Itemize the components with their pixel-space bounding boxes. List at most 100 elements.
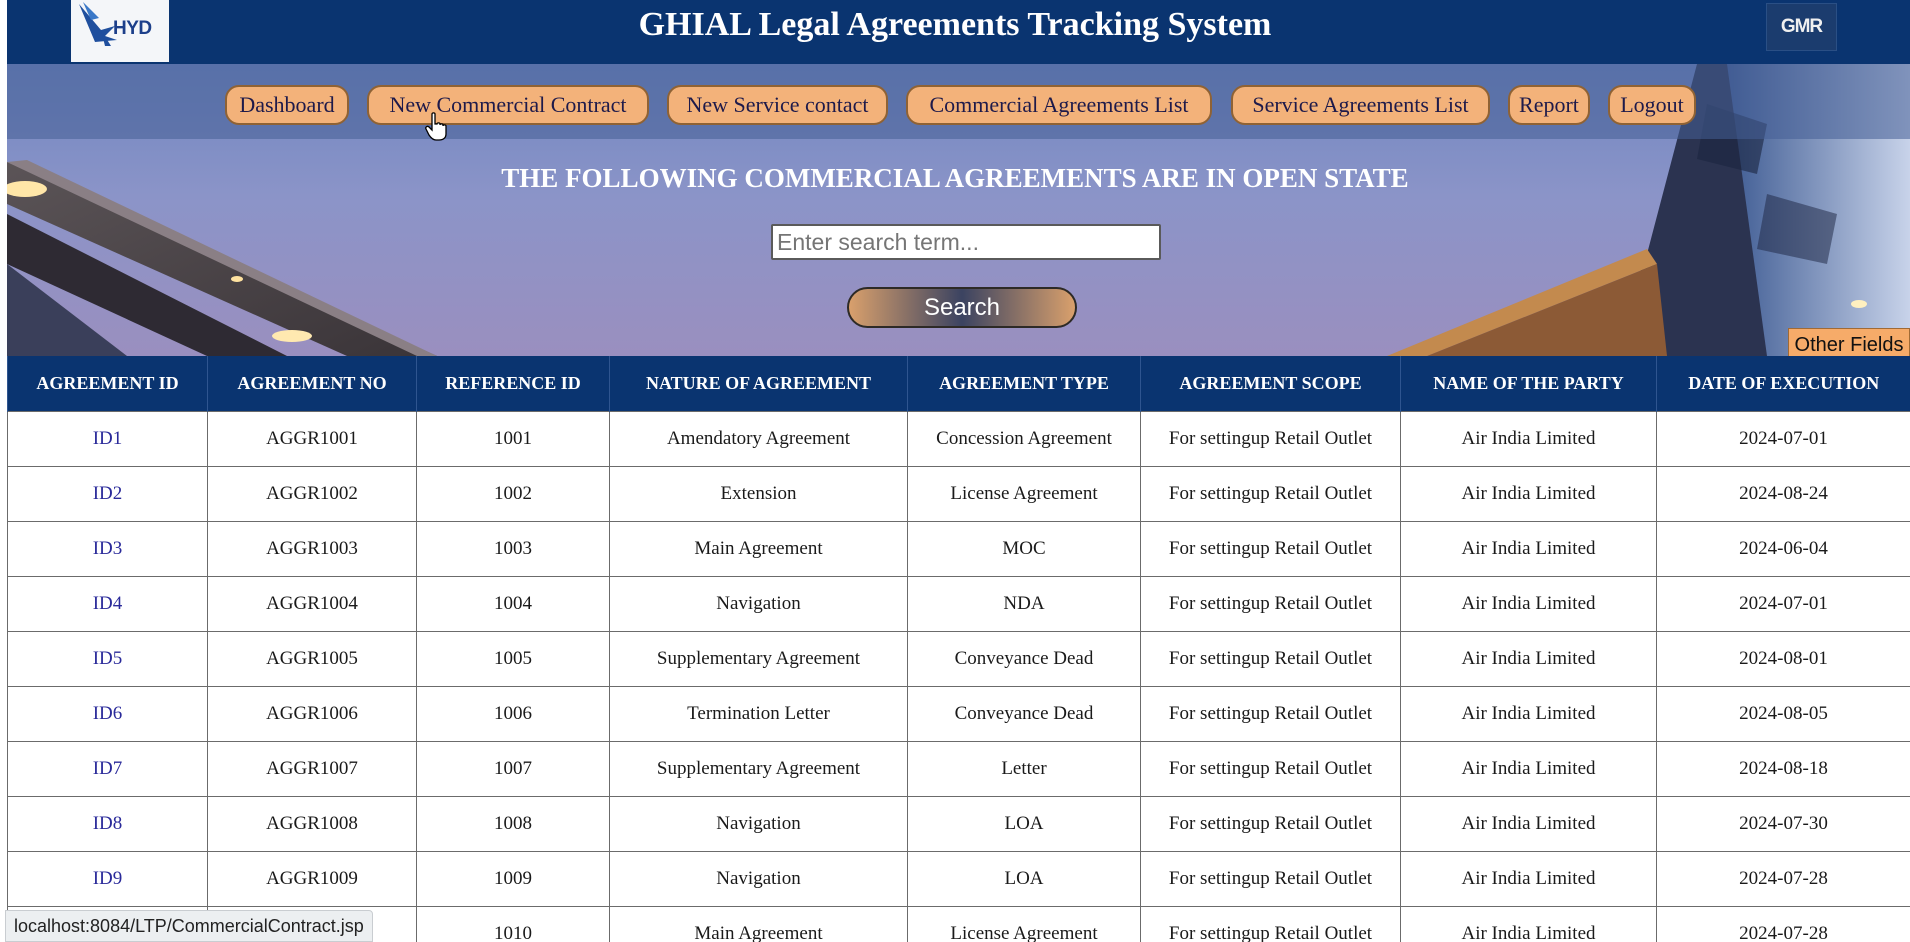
type-cell: License Agreement [907,466,1141,522]
party-cell: Air India Limited [1400,686,1657,742]
date-cell: 2024-08-05 [1656,686,1910,742]
reference-id-cell: 1002 [416,466,610,522]
reference-id-cell: 1007 [416,741,610,797]
party-cell: Air India Limited [1400,796,1657,852]
agreements-table: AGREEMENT ID AGREEMENT NO REFERENCE ID N… [7,356,1910,942]
nature-cell: Supplementary Agreement [609,741,908,797]
type-cell: Concession Agreement [907,411,1141,467]
agreement-id-link[interactable]: ID1 [7,411,208,467]
agreement-id-link[interactable]: ID5 [7,631,208,687]
status-bar-url: localhost:8084/LTP/CommercialContract.js… [5,910,373,942]
agreement-no-cell: AGGR1009 [207,851,417,907]
table-row: ID8 AGGR1008 1008 Navigation LOA For settingu… [7,796,1910,852]
scope-cell: For settingup Retail Outlet [1140,521,1401,577]
nature-cell: Amendatory Agreement [609,411,908,467]
column-header-agreement-type[interactable]: AGREEMENT TYPE [907,356,1141,412]
search-input[interactable] [771,224,1161,260]
column-header-name-of-party[interactable]: NAME OF THE PARTY [1400,356,1657,412]
nature-cell: Main Agreement [609,906,908,942]
column-header-agreement-no[interactable]: AGREEMENT NO [207,356,417,412]
column-header-reference-id[interactable]: REFERENCE ID [416,356,610,412]
nature-cell: Supplementary Agreement [609,631,908,687]
agreement-no-cell: AGGR1003 [207,521,417,577]
nav-report-button[interactable]: Report [1508,85,1590,125]
party-cell: Air India Limited [1400,631,1657,687]
scope-cell: For settingup Retail Outlet [1140,466,1401,522]
table-row: ID9 AGGR1009 1009 Navigation LOA For settingu… [7,851,1910,907]
table-row: ID5 AGGR1005 1005 Supplementary Agreement Co… [7,631,1910,687]
party-cell: Air India Limited [1400,906,1657,942]
agreement-no-cell: AGGR1007 [207,741,417,797]
table-header-row: AGREEMENT ID AGREEMENT NO REFERENCE ID N… [7,356,1910,412]
scope-cell: For settingup Retail Outlet [1140,741,1401,797]
nav-dashboard-button[interactable]: Dashboard [225,85,349,125]
date-cell: 2024-06-04 [1656,521,1910,577]
reference-id-cell: 1006 [416,686,610,742]
type-cell: LOA [907,851,1141,907]
nav-new-service-contact-button[interactable]: New Service contact [667,85,888,125]
nature-cell: Navigation [609,796,908,852]
agreement-id-link[interactable]: ID9 [7,851,208,907]
date-cell: 2024-07-01 [1656,576,1910,632]
table-row: ID4 AGGR1004 1004 Navigation NDA For settingu… [7,576,1910,632]
page: HYD GHIAL Legal Agreements Tracking Syst… [0,0,1910,942]
scope-cell: For settingup Retail Outlet [1140,686,1401,742]
agreement-id-link[interactable]: ID2 [7,466,208,522]
agreement-no-cell: AGGR1001 [207,411,417,467]
party-cell: Air India Limited [1400,521,1657,577]
reference-id-cell: 1009 [416,851,610,907]
agreement-id-link[interactable]: ID3 [7,521,208,577]
reference-id-cell: 1010 [416,906,610,942]
date-cell: 2024-07-01 [1656,411,1910,467]
nav-service-agreements-list-button[interactable]: Service Agreements List [1231,85,1490,125]
party-cell: Air India Limited [1400,851,1657,907]
search-button[interactable]: Search [847,287,1077,328]
party-cell: Air India Limited [1400,576,1657,632]
type-cell: Conveyance Dead [907,686,1141,742]
app-title: GHIAL Legal Agreements Tracking System [638,6,1272,43]
nature-cell: Termination Letter [609,686,908,742]
date-cell: 2024-08-18 [1656,741,1910,797]
nature-cell: Navigation [609,576,908,632]
type-cell: LOA [907,796,1141,852]
type-cell: MOC [907,521,1141,577]
reference-id-cell: 1005 [416,631,610,687]
nav-new-commercial-contract-button[interactable]: New Commercial Contract [367,85,649,125]
table-row: ID3 AGGR1003 1003 Main Agreement MOC For sett… [7,521,1910,577]
date-cell: 2024-08-01 [1656,631,1910,687]
scope-cell: For settingup Retail Outlet [1140,796,1401,852]
nav-logout-button[interactable]: Logout [1608,85,1696,125]
table-row: ID2 AGGR1002 1002 Extension License Agreemen… [7,466,1910,522]
column-header-agreement-id[interactable]: AGREEMENT ID [7,356,208,412]
type-cell: Conveyance Dead [907,631,1141,687]
date-cell: 2024-07-28 [1656,906,1910,942]
open-agreements-heading: THE FOLLOWING COMMERCIAL AGREEMENTS ARE … [501,163,1409,193]
agreement-id-link[interactable]: ID6 [7,686,208,742]
agreement-no-cell: AGGR1006 [207,686,417,742]
scope-cell: For settingup Retail Outlet [1140,906,1401,942]
type-cell: NDA [907,576,1141,632]
date-cell: 2024-08-24 [1656,466,1910,522]
table-body: ID1 AGGR1001 1001 Amendatory Agreement Conce… [7,411,1910,942]
date-cell: 2024-07-30 [1656,796,1910,852]
table-row: ID1 AGGR1001 1001 Amendatory Agreement Conce… [7,411,1910,467]
agreement-id-link[interactable]: ID8 [7,796,208,852]
scope-cell: For settingup Retail Outlet [1140,576,1401,632]
reference-id-cell: 1001 [416,411,610,467]
agreement-no-cell: AGGR1004 [207,576,417,632]
column-header-agreement-scope[interactable]: AGREEMENT SCOPE [1140,356,1401,412]
type-cell: Letter [907,741,1141,797]
reference-id-cell: 1003 [416,521,610,577]
nature-cell: Main Agreement [609,521,908,577]
nav-commercial-agreements-list-button[interactable]: Commercial Agreements List [906,85,1212,125]
agreement-no-cell: AGGR1002 [207,466,417,522]
agreement-no-cell: AGGR1008 [207,796,417,852]
agreement-no-cell: AGGR1005 [207,631,417,687]
agreement-id-link[interactable]: ID7 [7,741,208,797]
column-header-nature-of-agreement[interactable]: NATURE OF AGREEMENT [609,356,908,412]
nature-cell: Navigation [609,851,908,907]
date-cell: 2024-07-28 [1656,851,1910,907]
column-header-date-of-execution[interactable]: DATE OF EXECUTION [1656,356,1910,412]
agreement-id-link[interactable]: ID4 [7,576,208,632]
hand-cursor-icon [425,112,447,141]
